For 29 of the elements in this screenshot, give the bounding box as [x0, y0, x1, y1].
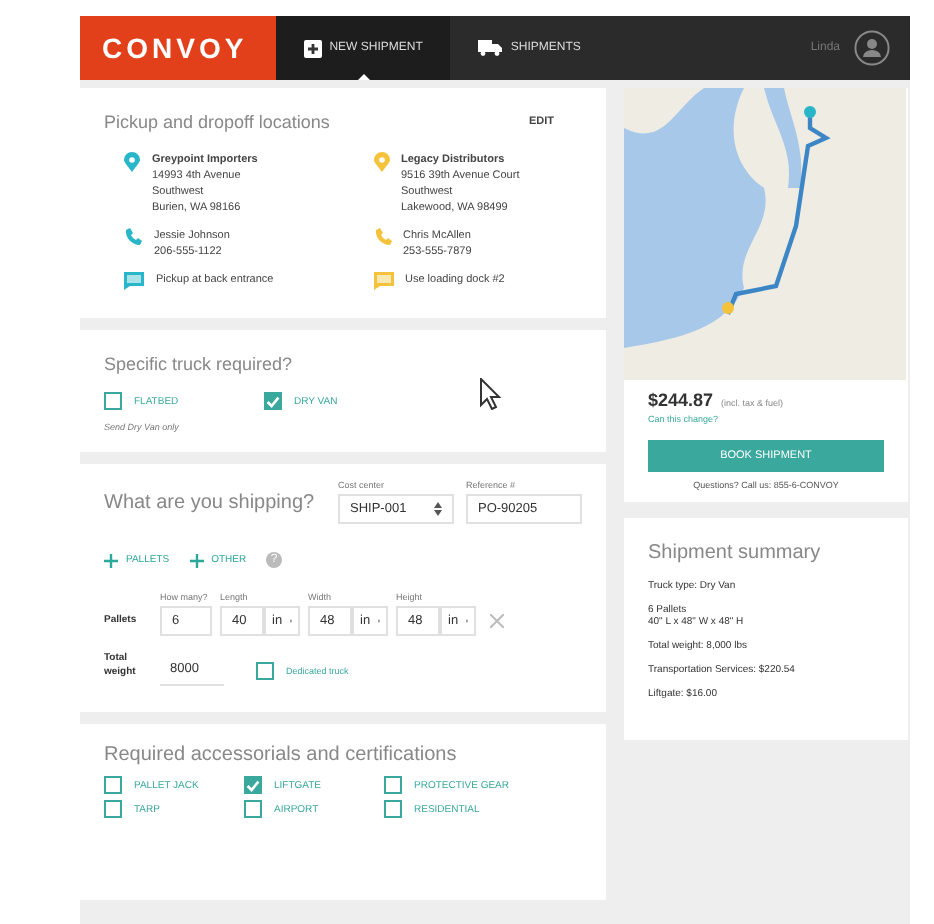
truck-icon — [478, 40, 503, 56]
section-title: Shipment summary — [648, 542, 823, 564]
map-pin-icon — [124, 152, 140, 172]
price-text: $244.87 — [648, 390, 714, 410]
checkbox[interactable] — [264, 392, 282, 410]
checkbox[interactable] — [256, 661, 274, 679]
checkbox[interactable] — [384, 800, 402, 818]
close-icon[interactable] — [490, 614, 504, 628]
checkbox[interactable] — [384, 776, 402, 794]
plus-icon — [104, 553, 118, 567]
mouse-cursor-icon — [480, 378, 502, 410]
comment-icon — [124, 272, 144, 290]
section-title: Specific truck required? — [104, 354, 295, 374]
logo[interactable]: CONVOY — [80, 16, 276, 80]
map-pin-icon — [373, 152, 389, 172]
plus-icon — [189, 553, 204, 567]
comment-icon — [373, 272, 393, 290]
checkbox[interactable] — [104, 800, 122, 818]
checkbox[interactable] — [104, 776, 122, 794]
phone-icon — [124, 228, 142, 246]
phone-icon — [373, 228, 391, 246]
plus-square-icon — [303, 39, 322, 57]
checkbox[interactable] — [244, 776, 262, 794]
checkbox[interactable] — [244, 800, 262, 818]
section-title: Required accessorials and certifications — [104, 744, 459, 766]
avatar-icon[interactable] — [854, 30, 890, 66]
checkbox[interactable] — [104, 392, 122, 410]
section-title: Pickup and dropoff locations — [104, 112, 330, 132]
section-title: What are you shipping? — [104, 492, 317, 514]
